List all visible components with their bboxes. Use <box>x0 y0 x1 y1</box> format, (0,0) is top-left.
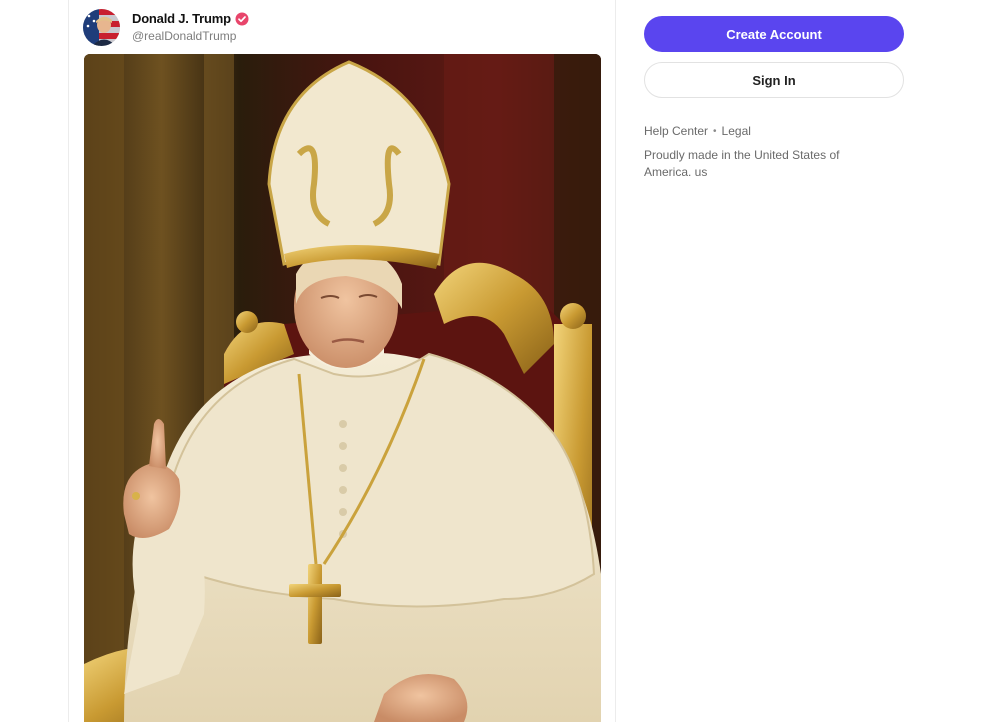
sign-in-button[interactable]: Sign In <box>644 62 904 98</box>
help-center-link[interactable]: Help Center <box>644 124 708 138</box>
footer-separator: • <box>713 125 717 137</box>
create-account-button[interactable]: Create Account <box>644 16 904 52</box>
post-header: Donald J. Trump @realDonaldTrump <box>83 6 249 48</box>
author-handle[interactable]: @realDonaldTrump <box>132 29 249 43</box>
flag-portrait-avatar-icon <box>83 8 120 46</box>
verified-badge-icon <box>235 12 249 25</box>
legal-link[interactable]: Legal <box>722 124 751 138</box>
display-name-row: Donald J. Trump <box>132 11 249 26</box>
footer-links: Help Center • Legal <box>644 124 905 138</box>
author-names: Donald J. Trump @realDonaldTrump <box>132 11 249 43</box>
made-in-note: Proudly made in the United States of Ame… <box>644 148 840 179</box>
author-display-name[interactable]: Donald J. Trump <box>132 11 231 26</box>
sidebar: Create Account Sign In Help Center • Leg… <box>644 16 905 181</box>
post-media-image[interactable] <box>84 54 601 722</box>
author-avatar[interactable] <box>83 8 120 46</box>
feed-column: Donald J. Trump @realDonaldTrump <box>68 0 616 722</box>
papal-portrait-image <box>84 54 601 722</box>
